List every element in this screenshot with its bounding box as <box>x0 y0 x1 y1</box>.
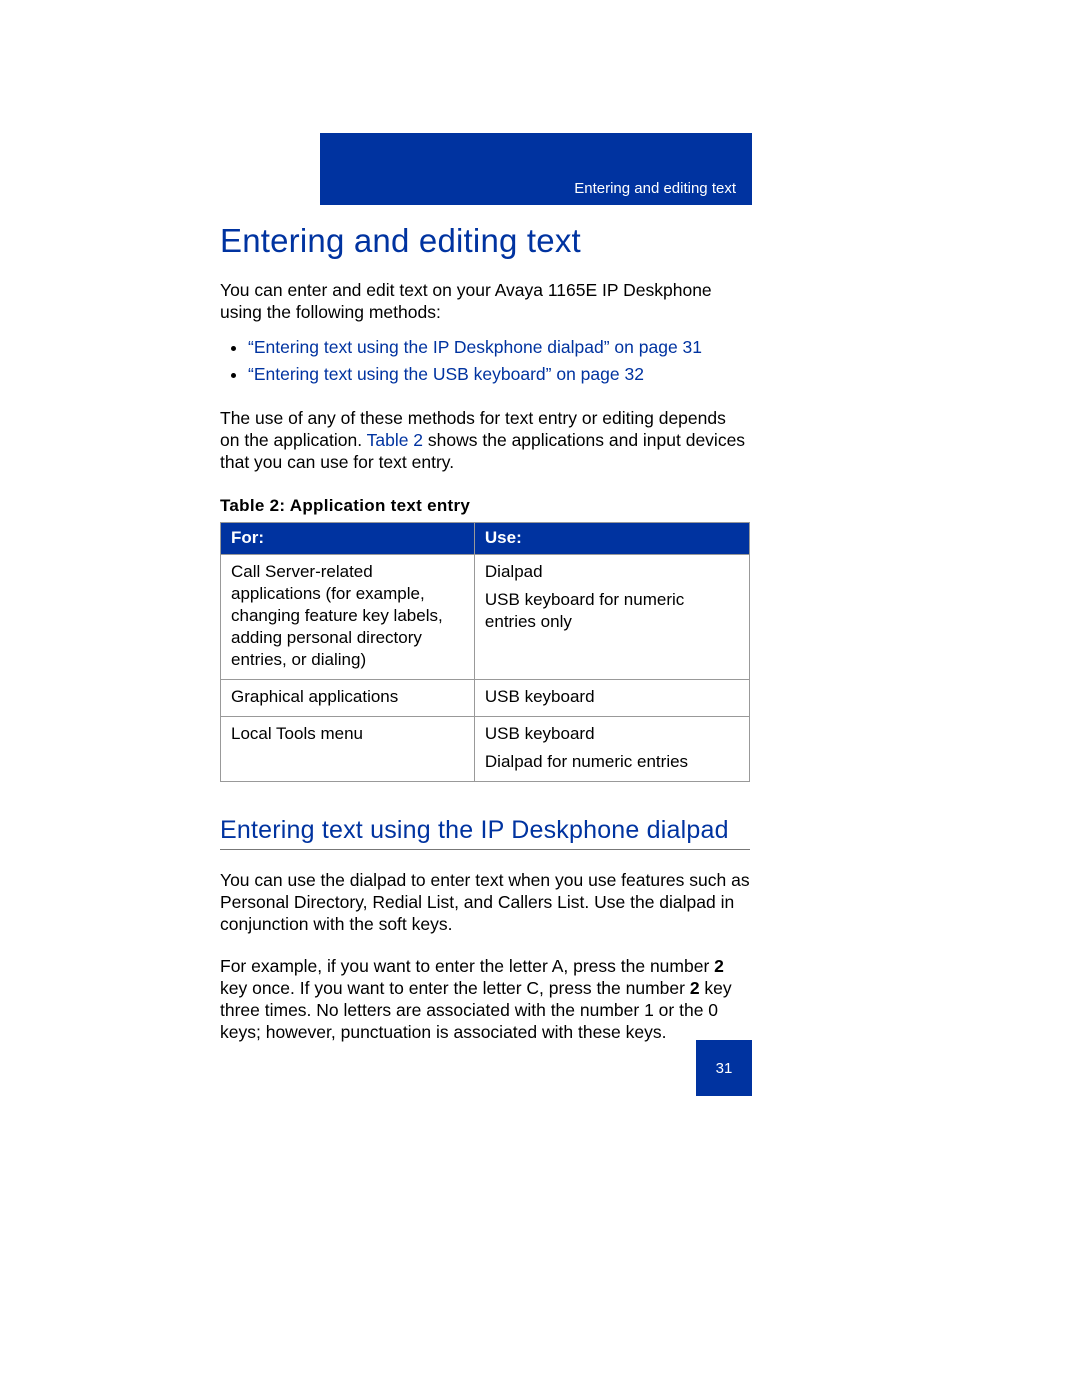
page-title: Entering and editing text <box>220 222 750 260</box>
section-paragraph: For example, if you want to enter the le… <box>220 956 750 1044</box>
key-number: 2 <box>714 956 724 976</box>
table-cell-use: Dialpad USB keyboard for numeric entries… <box>474 554 749 679</box>
document-page: Entering and editing text Entering and e… <box>0 0 1080 1397</box>
method-list: “Entering text using the IP Deskphone di… <box>220 334 750 388</box>
section-paragraph: You can use the dialpad to enter text wh… <box>220 870 750 936</box>
table-cell-for: Graphical applications <box>221 680 475 717</box>
header-bar: Entering and editing text <box>320 133 752 205</box>
page-number-tab: 31 <box>696 1040 752 1096</box>
use-secondary: USB keyboard for numeric entries only <box>485 589 739 633</box>
application-text-entry-table: For: Use: Call Server-related applicatio… <box>220 522 750 783</box>
table-row: Call Server-related applications (for ex… <box>221 554 750 679</box>
running-header: Entering and editing text <box>574 180 736 197</box>
text-run: For example, if you want to enter the le… <box>220 956 714 976</box>
use-primary: USB keyboard <box>485 724 595 743</box>
list-item: “Entering text using the IP Deskphone di… <box>248 334 750 361</box>
main-content: Entering and editing text You can enter … <box>220 219 750 1044</box>
table-row: Local Tools menu USB keyboard Dialpad fo… <box>221 717 750 782</box>
table-cell-use: USB keyboard <box>474 680 749 717</box>
text-run: key once. If you want to enter the lette… <box>220 978 690 998</box>
cross-reference-link[interactable]: “Entering text using the IP Deskphone di… <box>248 337 702 357</box>
page-number: 31 <box>716 1060 733 1077</box>
key-number: 2 <box>690 978 700 998</box>
table-header-use: Use: <box>474 522 749 554</box>
cross-reference-link[interactable]: “Entering text using the USB keyboard” o… <box>248 364 644 384</box>
use-secondary: Dialpad for numeric entries <box>485 751 739 773</box>
table-header-for: For: <box>221 522 475 554</box>
section-heading: Entering text using the IP Deskphone dia… <box>220 816 750 850</box>
table-reference-link[interactable]: Table 2 <box>367 430 423 450</box>
table-caption: Table 2: Application text entry <box>220 496 750 516</box>
use-primary: USB keyboard <box>485 687 595 706</box>
table-row: Graphical applications USB keyboard <box>221 680 750 717</box>
use-primary: Dialpad <box>485 562 543 581</box>
body-paragraph: The use of any of these methods for text… <box>220 408 750 474</box>
intro-paragraph: You can enter and edit text on your Avay… <box>220 280 750 324</box>
list-item: “Entering text using the USB keyboard” o… <box>248 361 750 388</box>
table-cell-use: USB keyboard Dialpad for numeric entries <box>474 717 749 782</box>
table-cell-for: Call Server-related applications (for ex… <box>221 554 475 679</box>
table-cell-for: Local Tools menu <box>221 717 475 782</box>
